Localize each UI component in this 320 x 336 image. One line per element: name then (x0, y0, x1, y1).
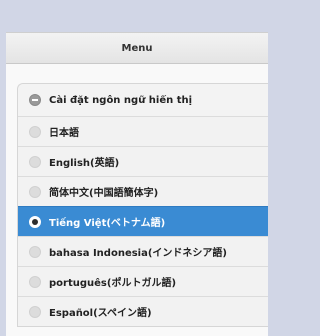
language-option-label: Español(スペイン語) (49, 308, 152, 319)
language-option-label: 日本語 (49, 128, 79, 139)
radio-selected-icon (29, 215, 41, 228)
language-option-japanese[interactable]: 日本語 (18, 116, 268, 146)
language-list: Cài đặt ngôn ngữ hiển thị 日本語 English(英語… (17, 83, 268, 327)
language-option-label: 简体中文(中国語簡体字) (49, 188, 159, 199)
radio-icon (29, 245, 41, 258)
language-option-spanish[interactable]: Español(スペイン語) (18, 296, 268, 326)
language-option-english[interactable]: English(英語) (18, 146, 268, 176)
menu-panel: Menu Cài đặt ngôn ngữ hiển thị 日本語 Engli… (6, 32, 268, 336)
language-settings-label: Cài đặt ngôn ngữ hiển thị (49, 94, 193, 106)
language-option-simplified-chinese[interactable]: 简体中文(中国語簡体字) (18, 176, 268, 206)
language-option-indonesian[interactable]: bahasa Indonesia(インドネシア語) (18, 236, 268, 266)
language-option-vietnamese[interactable]: Tiếng Việt(ベトナム語) (18, 206, 268, 236)
language-option-label: English(英語) (49, 158, 120, 169)
radio-icon (29, 275, 41, 288)
language-option-label: português(ポルトガル語) (49, 278, 177, 289)
language-settings-toggle[interactable]: Cài đặt ngôn ngữ hiển thị (18, 84, 268, 116)
menu-header: Menu (6, 32, 268, 64)
language-option-label: Tiếng Việt(ベトナム語) (49, 218, 166, 229)
minus-circle-icon (29, 94, 41, 106)
menu-title: Menu (121, 42, 153, 54)
radio-icon (29, 185, 41, 198)
language-option-portuguese[interactable]: português(ポルトガル語) (18, 266, 268, 296)
radio-icon (29, 125, 41, 138)
radio-icon (29, 155, 41, 168)
language-option-label: bahasa Indonesia(インドネシア語) (49, 248, 227, 259)
radio-icon (29, 305, 41, 318)
